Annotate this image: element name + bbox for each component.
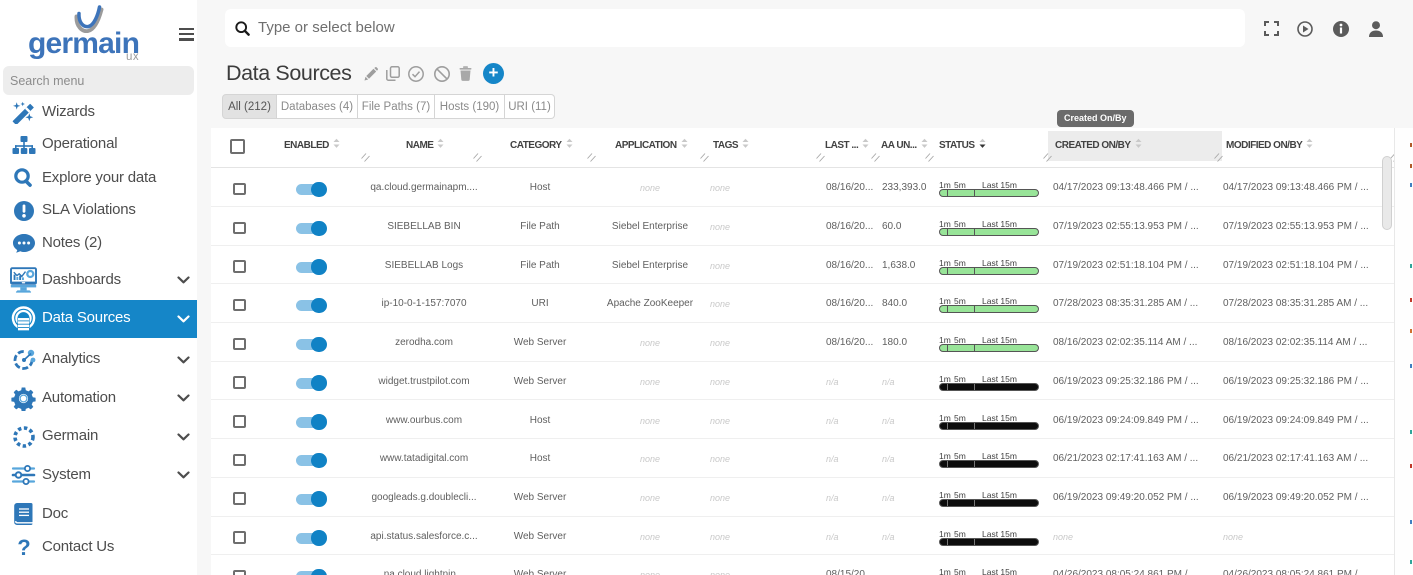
- svg-text:?: ?: [17, 536, 30, 560]
